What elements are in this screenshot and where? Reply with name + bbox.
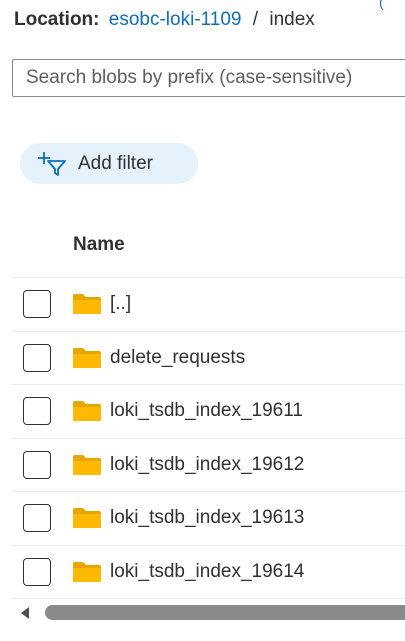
search-input[interactable] xyxy=(13,60,405,96)
breadcrumb-current-folder: index xyxy=(269,9,315,30)
row-name-link[interactable]: loki_tsdb_index_19614 xyxy=(110,560,304,584)
add-filter-label: Add filter xyxy=(78,152,153,174)
table-row[interactable]: loki_tsdb_index_19612 xyxy=(12,439,405,492)
add-filter-button[interactable]: Add filter xyxy=(20,143,198,184)
location-breadcrumb: Location: esobc-loki-1109 / index xyxy=(14,7,315,33)
table-row[interactable]: loki_tsdb_index_19611 xyxy=(12,385,405,439)
row-name-link[interactable]: loki_tsdb_index_19611 xyxy=(110,399,303,423)
search-box xyxy=(12,59,405,97)
row-checkbox[interactable] xyxy=(23,504,51,532)
row-checkbox[interactable] xyxy=(23,557,51,586)
row-checkbox[interactable] xyxy=(23,343,51,372)
blob-browser: ( Location: esobc-loki-1109 / index Add … xyxy=(0,0,405,641)
scrollbar-thumb[interactable] xyxy=(45,605,405,620)
table-row[interactable]: loki_tsdb_index_19614 xyxy=(12,546,405,599)
row-name-link[interactable]: [..] xyxy=(110,292,131,316)
row-checkbox[interactable] xyxy=(23,290,51,318)
scroll-left-arrow-icon[interactable] xyxy=(21,607,29,619)
row-name-link[interactable]: loki_tsdb_index_19613 xyxy=(110,506,304,530)
row-checkbox[interactable] xyxy=(23,397,51,425)
folder-icon xyxy=(73,508,101,528)
breadcrumb-separator: / xyxy=(252,9,259,30)
table-row[interactable]: delete_requests xyxy=(12,332,405,385)
folder-icon xyxy=(73,561,101,582)
table-row[interactable]: loki_tsdb_index_19613 xyxy=(12,492,405,546)
breadcrumb-container-link[interactable]: esobc-loki-1109 xyxy=(109,9,242,30)
blob-list: [..] delete_requests loki_tsdb_index_19611… xyxy=(12,278,405,599)
folder-icon xyxy=(73,454,101,475)
folder-icon xyxy=(73,294,101,314)
folder-icon xyxy=(73,401,101,421)
row-name-link[interactable]: delete_requests xyxy=(110,346,245,370)
row-checkbox[interactable] xyxy=(23,450,51,479)
row-name-link[interactable]: loki_tsdb_index_19612 xyxy=(110,453,304,477)
add-filter-icon xyxy=(38,151,68,177)
location-label: Location: xyxy=(14,9,100,30)
horizontal-scrollbar[interactable] xyxy=(12,604,405,622)
folder-icon xyxy=(73,347,101,368)
clipped-link-fragment: ( xyxy=(379,0,384,10)
column-header-name[interactable]: Name xyxy=(73,234,125,256)
table-row[interactable]: [..] xyxy=(12,278,405,332)
